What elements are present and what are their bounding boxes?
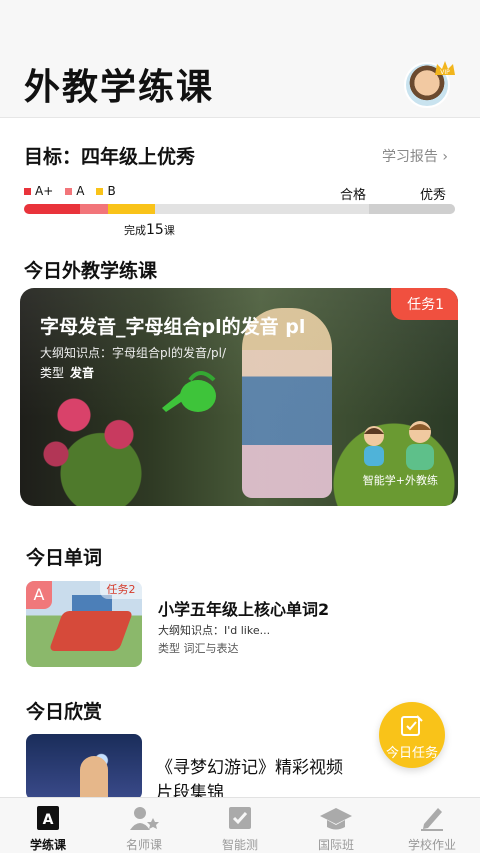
progress-bar [24,204,455,214]
legend-item-a: A [65,184,84,198]
practice-class-icon: A [37,806,59,830]
progress-segment [368,204,455,214]
words-type: 类型 词汇与表达 [158,642,239,655]
teacher-student-illustration-icon [364,421,434,470]
pencil-icon [421,808,443,831]
vip-crown-icon: VIP [435,61,455,76]
tab-practice-class[interactable]: A 学练课 [0,798,96,853]
words-title[interactable]: 小学五年级上核心单词2 [158,596,329,620]
today-tasks-label: 今日任务 [385,746,438,761]
tab-teacher-class[interactable]: 名师课 [96,798,192,853]
teach-mode-label: 智能学+外教练 [362,474,438,487]
svg-text:A: A [43,812,54,828]
svg-text:VIP: VIP [440,69,450,76]
tab-school-homework[interactable]: 学校作业 [384,798,480,853]
appreciation-thumbnail[interactable] [26,734,142,800]
lesson-type: 类型 发音 [40,366,95,380]
today-lesson-card[interactable]: 字母发音_字母组合pl的发音 pl 大纲知识点：字母组合pl的发音/pl/ 类型… [20,288,458,506]
task-badge: 任务1 [391,288,458,320]
lesson-knowledge: 大纲知识点：字母组合pl的发音/pl/ [40,346,226,360]
excellent-label: 优秀 [420,188,447,203]
lesson-title: 字母发音_字母组合pl的发音 pl [40,316,306,338]
today-appreciation-heading: 今日欣赏 [26,701,103,723]
tab-international-class[interactable]: 国际班 [288,798,384,853]
today-tasks-button[interactable]: 今日任务 [379,702,445,768]
progress-segment [24,204,81,214]
watering-can-icon [162,371,216,412]
today-words-heading: 今日单词 [26,547,103,569]
progress-segment [155,204,369,214]
smart-test-icon [229,807,251,829]
graduation-cap-icon [320,808,352,830]
page-title: 外教学练课 [24,67,215,108]
goal-text: 目标：四年级上优秀 [24,146,196,168]
completed-count: 完成15课 [124,222,175,238]
legend-item-b: B [96,184,116,198]
teacher-class-icon [130,807,159,830]
legend-item-a-plus: A+ [24,184,53,198]
pass-label: 合格 [340,188,367,203]
progress-segment [80,204,109,214]
grade-badge: A [26,581,52,609]
progress-segment [108,204,156,214]
task-check-icon [401,715,423,736]
words-knowledge: 大纲知识点：I'd like... [158,624,271,637]
bottom-tab-bar: A 学练课 名师课 智能测 国际班 学校作业 [0,797,480,853]
grade-legend: A+ A B [24,184,116,198]
tab-smart-test[interactable]: 智能测 [192,798,288,853]
today-lesson-heading: 今日外教学练课 [24,260,158,282]
task2-badge: 任务2 [100,581,142,599]
page-header: 外教学练课 VIP [0,0,480,118]
study-report-link[interactable]: 学习报告 › [382,146,448,166]
